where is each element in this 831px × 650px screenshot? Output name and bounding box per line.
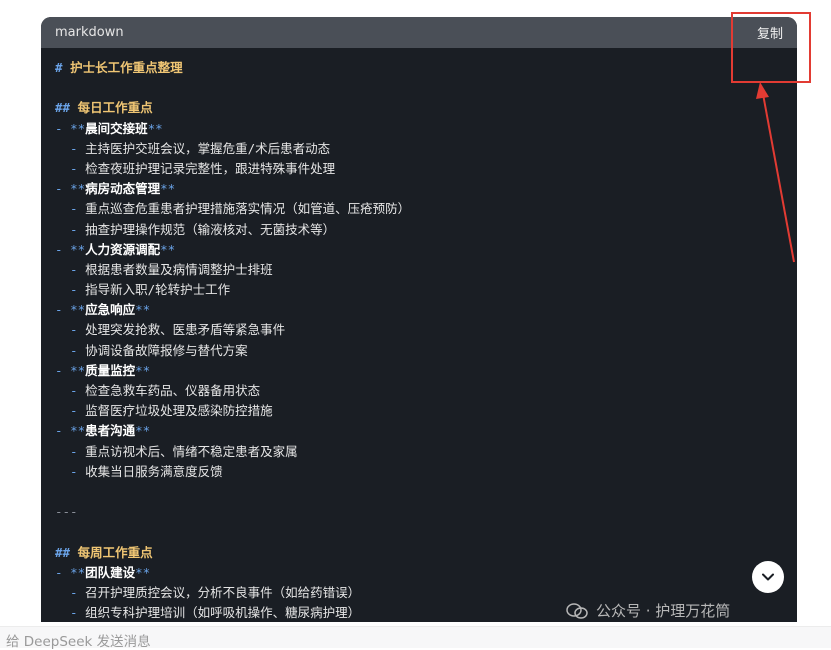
scroll-to-bottom-button[interactable] [752,561,784,593]
message-input-placeholder: 给 DeepSeek 发送消息 [6,634,151,650]
chevron-down-icon [762,573,774,581]
wechat-icon [566,602,588,619]
annotation-arrow [756,82,795,263]
watermark-text: 公众号 · 护理万花筒 [596,602,731,620]
watermark: 公众号 · 护理万花筒 [566,600,730,621]
message-input-bar[interactable]: 给 DeepSeek 发送消息 [0,626,831,650]
